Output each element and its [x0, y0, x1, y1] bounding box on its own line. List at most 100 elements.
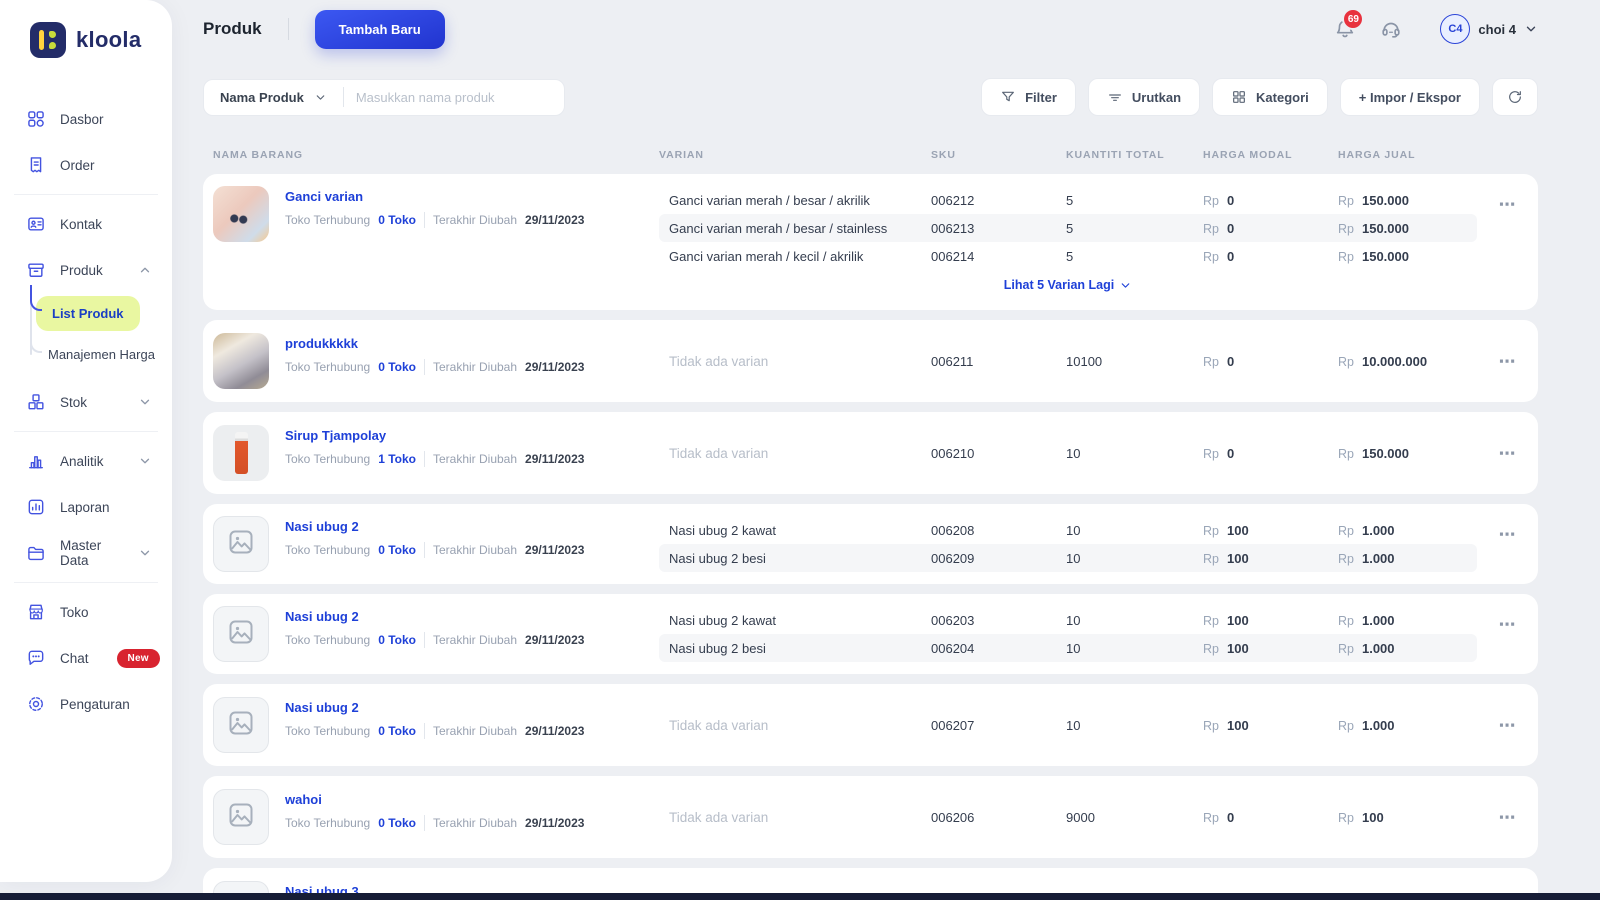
variant-row: Ganci varian merah / kecil / akrilik 006… — [659, 242, 1477, 270]
sidebar-item-chat[interactable]: Chat New — [0, 635, 172, 681]
variant-qty: 10 — [1066, 522, 1081, 538]
sidebar-item-label: Kontak — [60, 216, 103, 232]
product-name-cell: Ganci varian Toko Terhubung 0 Toko Terak… — [203, 186, 659, 298]
toolbar: Nama Produk Filter — [203, 78, 1538, 116]
row-menu-button[interactable]: ⋯ — [1499, 353, 1518, 370]
add-new-button[interactable]: Tambah Baru — [314, 9, 445, 49]
row-menu-button[interactable]: ⋯ — [1499, 526, 1518, 543]
variant-qty: 10 — [1066, 640, 1081, 656]
sidebar-item-manajemen-harga[interactable]: Manajemen Harga — [30, 327, 172, 373]
sidebar-item-produk[interactable]: Produk — [0, 247, 172, 293]
sidebar-item-label: Dasbor — [60, 111, 104, 127]
divider — [423, 815, 425, 831]
product-list: Ganci varian Toko Terhubung 0 Toko Terak… — [203, 174, 1538, 900]
chevron-down-icon — [138, 454, 152, 468]
variant-qty: 5 — [1066, 248, 1074, 264]
topbar: Produk Tambah Baru 69 C4 choi 4 — [203, 8, 1538, 49]
sidebar-item-dasbor[interactable]: Dasbor — [0, 96, 172, 142]
product-row: Nasi ubug 2 Toko Terhubung 0 Toko Terakh… — [203, 504, 1538, 584]
sidebar-item-label: Pengaturan — [60, 696, 130, 712]
cost-price: Rp 100 — [1203, 550, 1249, 566]
refresh-button[interactable] — [1492, 78, 1538, 116]
show-more-variants-link[interactable]: Lihat 5 Varian Lagi — [659, 272, 1477, 298]
category-button[interactable]: Kategori — [1212, 78, 1328, 116]
sidebar-item-label: Laporan — [60, 499, 110, 515]
chevron-up-icon — [138, 263, 152, 277]
tree-connector — [30, 327, 42, 353]
search-input[interactable] — [355, 89, 552, 105]
row-menu-button[interactable]: ⋯ — [1499, 809, 1518, 826]
variant-sku: 006209 — [931, 550, 975, 566]
table-header: NAMA BARANG VARIAN SKU KUANTITI TOTAL HA… — [203, 149, 1538, 161]
variant-name: Nasi ubug 2 kawat — [669, 612, 776, 628]
product-sku: 006211 — [931, 353, 974, 369]
sidebar-item-pengaturan[interactable]: Pengaturan — [0, 681, 172, 727]
no-variant-text: Tidak ada varian — [669, 353, 769, 369]
topbar-right: 69 C4 choi 4 — [1334, 8, 1538, 44]
cost-price: Rp 0 — [1203, 445, 1235, 461]
import-export-button[interactable]: + Impor / Ekspor — [1339, 78, 1480, 116]
new-badge: New — [116, 648, 160, 668]
toolbar-actions: Filter Urutkan Kategori + Impor / Ekspor — [981, 78, 1538, 116]
sidebar-item-laporan[interactable]: Laporan — [0, 484, 172, 530]
row-menu-button[interactable]: ⋯ — [1499, 445, 1518, 462]
contact-icon — [26, 214, 46, 234]
dashboard-icon — [26, 109, 46, 129]
sidebar-item-toko[interactable]: Toko — [0, 589, 172, 635]
row-menu-button[interactable]: ⋯ — [1499, 616, 1518, 633]
sidebar-item-label: Stok — [60, 394, 88, 410]
row-menu-button[interactable]: ⋯ — [1499, 196, 1518, 213]
product-image — [213, 425, 269, 481]
product-name-link[interactable]: Nasi ubug 2 — [285, 519, 584, 534]
connected-store-value: 0 Toko — [378, 543, 416, 557]
cost-price: Rp 0 — [1203, 192, 1235, 208]
product-name-link[interactable]: wahoi — [285, 792, 584, 807]
divider — [423, 359, 425, 375]
sort-button[interactable]: Urutkan — [1087, 78, 1201, 116]
sidebar-item-stok[interactable]: Stok — [0, 379, 172, 425]
column-header-harga-modal: HARGA MODAL — [1203, 149, 1293, 161]
sell-price: Rp 100 — [1338, 809, 1384, 825]
sidebar-subitem-label: List Produk — [36, 295, 140, 331]
variant-sku: 006208 — [931, 522, 975, 538]
no-variant-text: Tidak ada varian — [669, 445, 769, 461]
cost-price: Rp 0 — [1203, 220, 1235, 236]
last-modified-label: Terakhir Diubah — [432, 360, 518, 374]
product-row: Ganci varian Toko Terhubung 0 Toko Terak… — [203, 174, 1538, 310]
variant-row: Nasi ubug 2 besi 006204 10 Rp 100 Rp 1.000 — [659, 634, 1477, 662]
divider — [423, 723, 425, 739]
user-menu[interactable]: C4 choi 4 — [1440, 14, 1538, 44]
filter-button[interactable]: Filter — [981, 78, 1076, 116]
chevron-down-icon — [1119, 279, 1132, 292]
product-name-link[interactable]: Ganci varian — [285, 189, 584, 204]
sidebar-item-order[interactable]: Order — [0, 142, 172, 188]
report-icon — [26, 497, 46, 517]
sidebar-item-master-data[interactable]: Master Data — [0, 530, 172, 576]
sidebar-item-kontak[interactable]: Kontak — [0, 201, 172, 247]
last-modified-label: Terakhir Diubah — [432, 543, 518, 557]
divider — [287, 18, 289, 40]
search-field-selector[interactable]: Nama Produk — [216, 90, 331, 105]
product-name-link[interactable]: Sirup Tjampolay — [285, 428, 584, 443]
product-name-link[interactable]: Nasi ubug 2 — [285, 700, 584, 715]
settings-icon — [26, 694, 46, 714]
sidebar-item-analitik[interactable]: Analitik — [0, 438, 172, 484]
divider — [14, 582, 158, 583]
sidebar-item-list-produk[interactable]: List Produk — [30, 285, 172, 333]
product-name-link[interactable]: produkkkkk — [285, 336, 584, 351]
divider — [14, 431, 158, 432]
variant-name: Ganci varian merah / besar / akrilik — [669, 192, 870, 208]
variant-qty: 10 — [1066, 612, 1081, 628]
last-modified-value: 29/11/2023 — [525, 213, 585, 227]
cost-price: Rp 100 — [1203, 717, 1249, 733]
product-name-cell: Nasi ubug 2 Toko Terhubung 0 Toko Terakh… — [203, 697, 659, 753]
notifications-button[interactable]: 69 — [1334, 8, 1365, 41]
variant-qty: 10 — [1066, 550, 1081, 566]
chevron-down-icon — [138, 395, 152, 409]
support-button[interactable] — [1380, 17, 1404, 41]
row-menu-button[interactable]: ⋯ — [1499, 717, 1518, 734]
variant-qty: 5 — [1066, 192, 1074, 208]
product-name-link[interactable]: Nasi ubug 2 — [285, 609, 584, 624]
notification-count-badge: 69 — [1342, 8, 1365, 30]
sell-price: Rp 150.000 — [1338, 445, 1409, 461]
